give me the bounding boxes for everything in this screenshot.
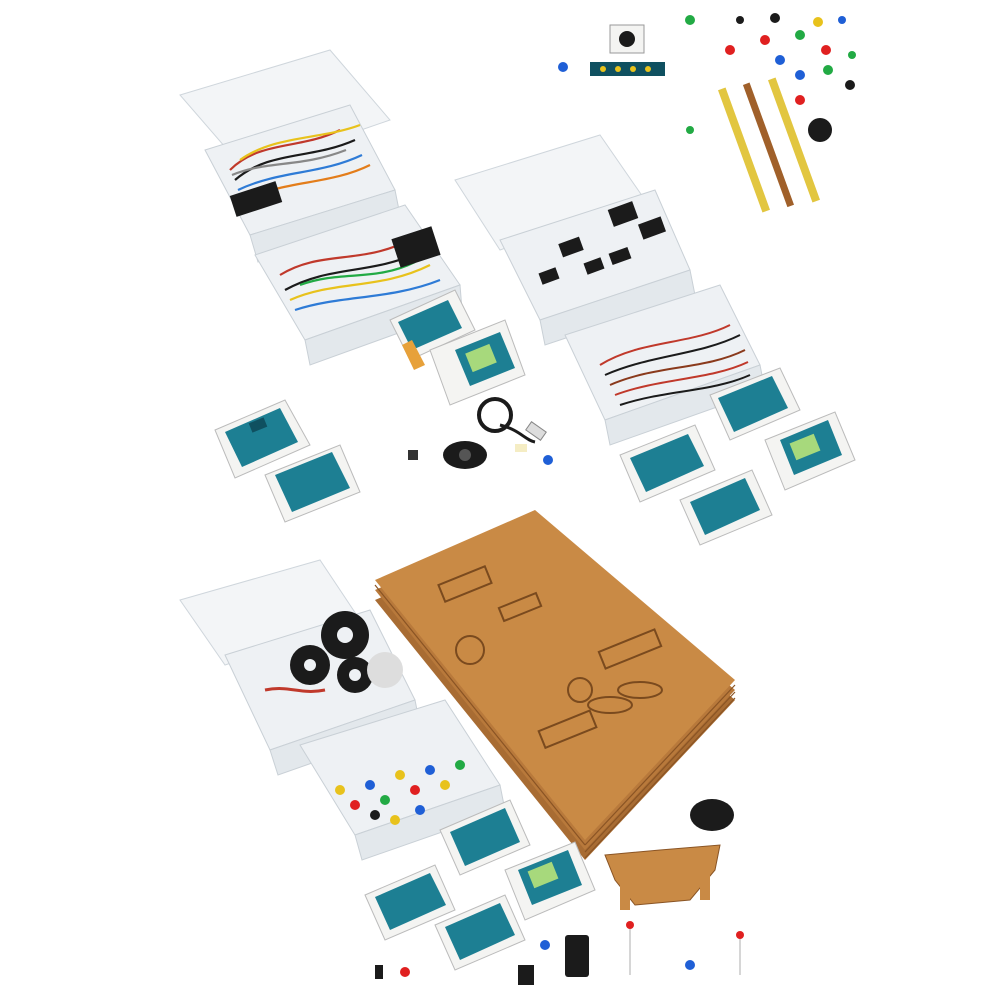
motor-small	[443, 441, 487, 469]
capacitor	[375, 965, 383, 979]
led-blue-bottom	[540, 940, 550, 950]
connector-white	[515, 444, 527, 452]
pushbutton	[408, 450, 418, 460]
joystick-module	[609, 24, 645, 54]
led-red-1	[626, 921, 634, 929]
caster-wheel	[690, 799, 734, 831]
led-red-2	[736, 931, 744, 939]
led-blue-3	[685, 960, 695, 970]
led-blue	[558, 62, 568, 72]
led-blue-small	[543, 455, 553, 465]
servo-motor-large	[565, 935, 589, 977]
sd-card	[518, 965, 534, 985]
led-red-bottom	[400, 967, 410, 977]
buzzer	[808, 118, 832, 142]
line-sensor-board	[590, 62, 665, 76]
component-kit-photo	[0, 0, 1000, 1000]
